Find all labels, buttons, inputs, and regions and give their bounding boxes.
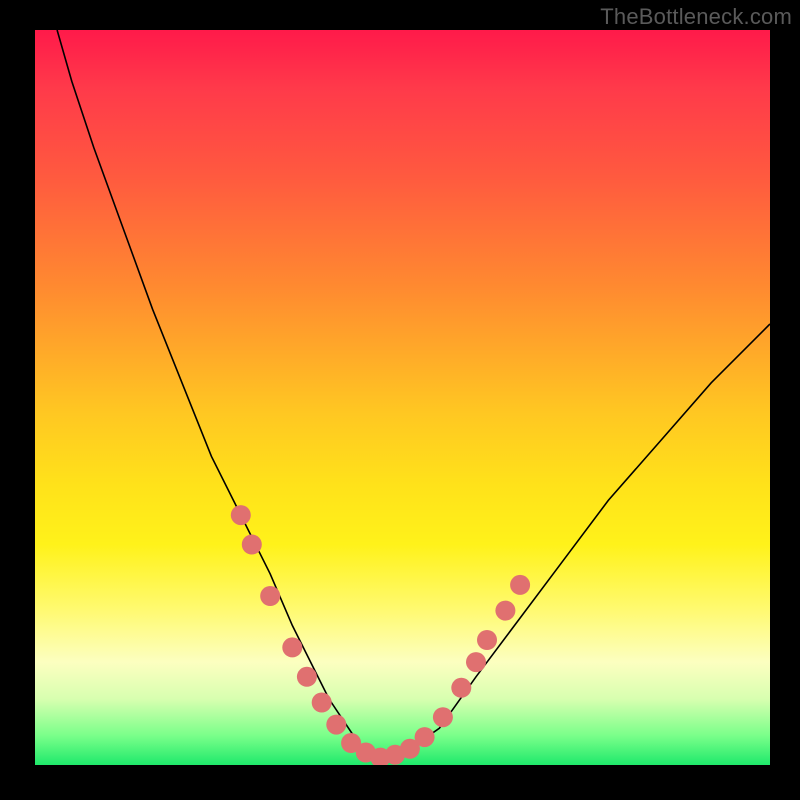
marker-group <box>231 505 530 765</box>
data-marker <box>242 535 262 555</box>
data-marker <box>231 505 251 525</box>
chart-frame: TheBottleneck.com <box>0 0 800 800</box>
data-marker <box>312 693 332 713</box>
data-marker <box>495 601 515 621</box>
bottleneck-curve <box>57 30 770 758</box>
data-marker <box>282 637 302 657</box>
data-marker <box>466 652 486 672</box>
plot-area <box>35 30 770 765</box>
data-marker <box>477 630 497 650</box>
data-marker <box>433 707 453 727</box>
data-marker <box>326 715 346 735</box>
data-marker <box>451 678 471 698</box>
data-marker <box>297 667 317 687</box>
curve-layer <box>35 30 770 765</box>
data-marker <box>260 586 280 606</box>
watermark-text: TheBottleneck.com <box>600 4 792 30</box>
data-marker <box>510 575 530 595</box>
data-marker <box>415 727 435 747</box>
